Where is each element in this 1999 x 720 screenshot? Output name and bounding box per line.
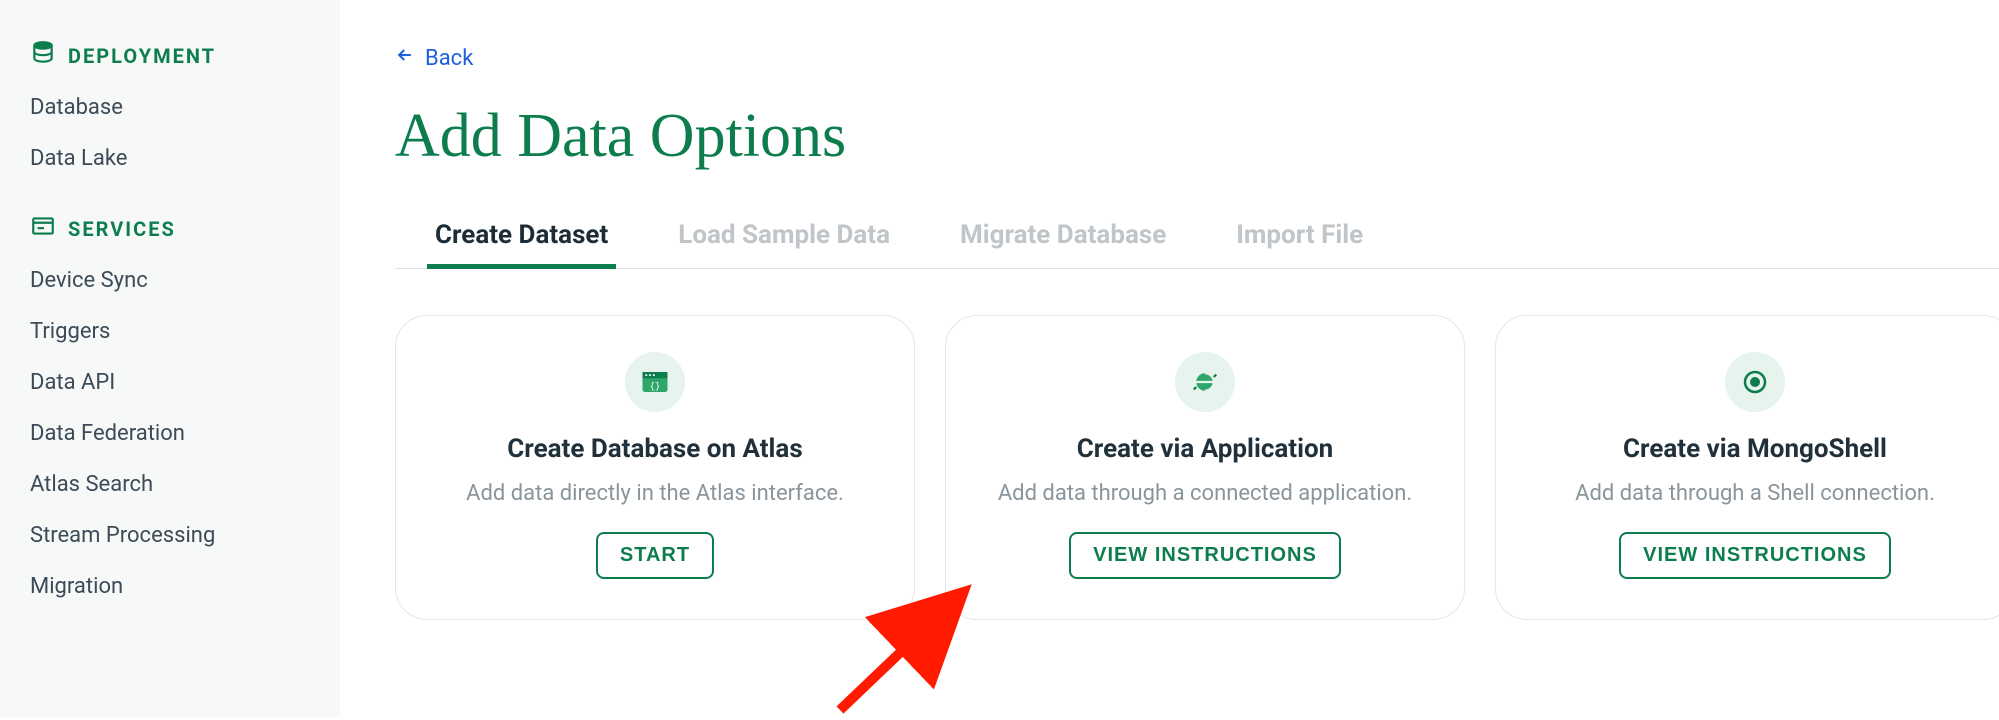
tabs: Create Dataset Load Sample Data Migrate … (395, 220, 1999, 269)
page-title: Add Data Options (395, 101, 1999, 172)
section-label: SERVICES (68, 217, 176, 241)
browser-code-icon: {} (625, 352, 685, 412)
card-title: Create via MongoShell (1623, 434, 1887, 464)
sidebar-item-atlas-search[interactable]: Atlas Search (30, 472, 310, 497)
tab-migrate-database[interactable]: Migrate Database (960, 220, 1166, 268)
section-label: DEPLOYMENT (68, 44, 216, 68)
card-desc: Add data through a connected application… (998, 478, 1412, 510)
card-desc: Add data directly in the Atlas interface… (466, 478, 844, 510)
card-create-via-application: Create via Application Add data through … (945, 315, 1465, 620)
cards-row: {} Create Database on Atlas Add data dir… (395, 315, 1999, 620)
section-header-services: SERVICES (30, 213, 310, 244)
arrow-left-icon (395, 45, 415, 71)
back-link[interactable]: Back (395, 45, 473, 71)
sidebar-item-data-federation[interactable]: Data Federation (30, 421, 310, 446)
sidebar-item-migration[interactable]: Migration (30, 574, 310, 599)
sidebar-item-stream-processing[interactable]: Stream Processing (30, 523, 310, 548)
sidebar-item-device-sync[interactable]: Device Sync (30, 268, 310, 293)
card-create-on-atlas: {} Create Database on Atlas Add data dir… (395, 315, 915, 620)
tab-create-dataset[interactable]: Create Dataset (435, 220, 608, 268)
tab-import-file[interactable]: Import File (1236, 220, 1363, 268)
sidebar-item-data-lake[interactable]: Data Lake (30, 146, 310, 171)
back-label: Back (425, 46, 473, 71)
start-button[interactable]: START (596, 532, 714, 579)
view-instructions-button[interactable]: VIEW INSTRUCTIONS (1069, 532, 1341, 579)
sidebar-item-database[interactable]: Database (30, 95, 310, 120)
main-content: Back Add Data Options Create Dataset Loa… (340, 0, 1999, 717)
sidebar-item-data-api[interactable]: Data API (30, 370, 310, 395)
section-header-deployment: DEPLOYMENT (30, 40, 310, 71)
view-instructions-button[interactable]: VIEW INSTRUCTIONS (1619, 532, 1891, 579)
globe-icon (1175, 352, 1235, 412)
services-icon (30, 213, 56, 244)
card-title: Create via Application (1077, 434, 1333, 464)
tab-load-sample-data[interactable]: Load Sample Data (678, 220, 890, 268)
card-title: Create Database on Atlas (507, 434, 802, 464)
svg-text:{}: {} (650, 381, 661, 391)
database-stack-icon (30, 40, 56, 71)
sidebar: DEPLOYMENT Database Data Lake SERVICES D… (0, 0, 340, 717)
sidebar-item-triggers[interactable]: Triggers (30, 319, 310, 344)
card-create-via-mongoshell: Create via MongoShell Add data through a… (1495, 315, 1999, 620)
card-desc: Add data through a Shell connection. (1575, 478, 1935, 510)
target-icon (1725, 352, 1785, 412)
